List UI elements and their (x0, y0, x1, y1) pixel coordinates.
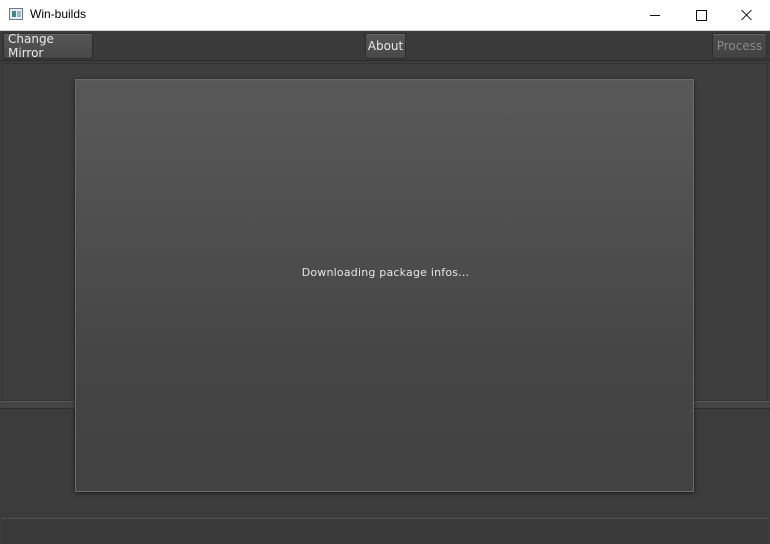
status-bar (2, 518, 768, 544)
window-title: Win-builds (30, 7, 87, 21)
close-icon (741, 9, 753, 21)
title-bar: Win-builds (0, 0, 770, 31)
toolbar: Change Mirror About Process (0, 31, 770, 61)
loading-overlay: Downloading package infos... (75, 79, 694, 492)
process-button: Process (712, 33, 767, 59)
loading-message: Downloading package infos... (301, 266, 470, 279)
change-mirror-button[interactable]: Change Mirror (3, 32, 93, 60)
minimize-button[interactable] (632, 0, 678, 30)
app-window-icon (9, 8, 23, 20)
about-button[interactable]: About (365, 33, 406, 59)
minimize-icon (650, 14, 660, 16)
maximize-icon (695, 9, 707, 21)
maximize-button[interactable] (678, 0, 724, 30)
close-button[interactable] (724, 0, 770, 30)
